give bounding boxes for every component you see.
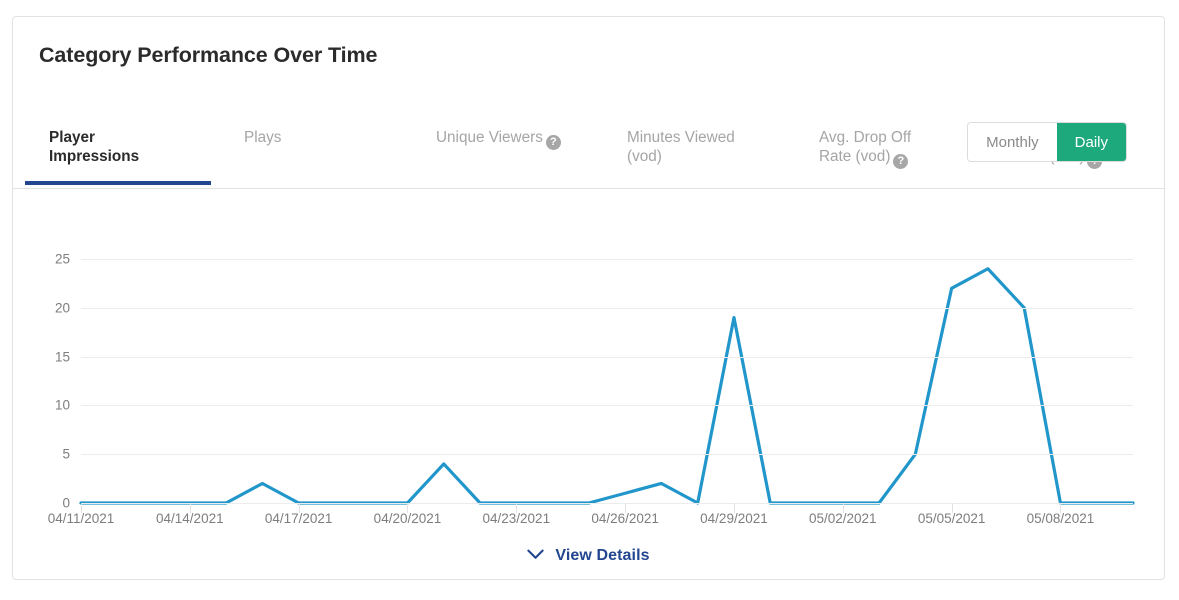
tab-unique-viewers[interactable]: Unique Viewers? (436, 128, 586, 150)
y-axis-tick-label: 10 (54, 397, 70, 413)
y-gridline (81, 405, 1133, 407)
y-axis-tick-label: 5 (62, 446, 70, 462)
active-tab-underline (25, 181, 211, 185)
tab-label: Plays (244, 129, 282, 146)
view-details-link[interactable]: View Details (13, 547, 1164, 565)
tab-plays[interactable]: Plays (244, 128, 374, 147)
x-axis-tick-label: 05/08/2021 (1026, 511, 1095, 526)
x-axis-tick-label: 04/11/2021 (47, 511, 115, 526)
category-performance-card: Category Performance Over Time Player Im… (12, 16, 1165, 580)
help-icon[interactable]: ? (893, 154, 909, 169)
y-gridline (81, 503, 1133, 504)
y-axis-tick-label: 15 (54, 349, 70, 365)
tab-label: Minutes Viewed (vod) (627, 129, 735, 165)
x-axis-tick-label: 04/23/2021 (482, 511, 551, 526)
y-axis-tick-label: 25 (54, 251, 70, 267)
y-gridline (81, 307, 1133, 309)
toggle-monthly-button[interactable]: Monthly (968, 123, 1057, 161)
y-axis-tick-label: 0 (62, 495, 70, 511)
tab-player-impressions[interactable]: Player Impressions (49, 128, 179, 166)
x-axis-tick-label: 04/17/2021 (264, 511, 333, 526)
chart-area: 0 5 10 15 20 25 04/11/2021 04/14/2021 04/17/2021… (13, 189, 1166, 534)
tab-label: Player Impressions (49, 129, 140, 165)
view-details-label: View Details (555, 547, 650, 564)
chart-plot: 0 5 10 15 20 25 04/11/2021 04/14/2021 04/17/2021… (48, 252, 1133, 526)
x-axis-tick-label: 05/05/2021 (917, 511, 986, 526)
granularity-toggle[interactable]: Monthly Daily (967, 122, 1127, 162)
x-axis-tick-label: 05/02/2021 (808, 511, 877, 526)
chevron-down-icon (527, 548, 544, 564)
y-gridline (81, 356, 1133, 358)
line-series (81, 259, 1133, 503)
y-axis-tick-label: 20 (54, 300, 70, 316)
x-axis-tick-label: 04/14/2021 (156, 511, 224, 526)
page-title: Category Performance Over Time (39, 43, 378, 67)
tab-label: Unique Viewers (436, 129, 543, 146)
x-axis-tick-label: 04/29/2021 (700, 511, 768, 526)
y-gridline (81, 454, 1133, 456)
series-line-player-impressions (81, 269, 1133, 503)
x-axis-tick-label: 04/26/2021 (591, 511, 659, 526)
tab-minutes-viewed-vod[interactable]: Minutes Viewed (vod) (627, 128, 747, 166)
help-icon[interactable]: ? (545, 135, 561, 150)
tab-avg-drop-off-rate-vod[interactable]: Avg. Drop Off Rate (vod)? (819, 128, 939, 169)
x-axis-tick-label: 04/20/2021 (373, 511, 442, 526)
toggle-daily-button[interactable]: Daily (1056, 123, 1126, 161)
y-gridline (81, 259, 1133, 260)
